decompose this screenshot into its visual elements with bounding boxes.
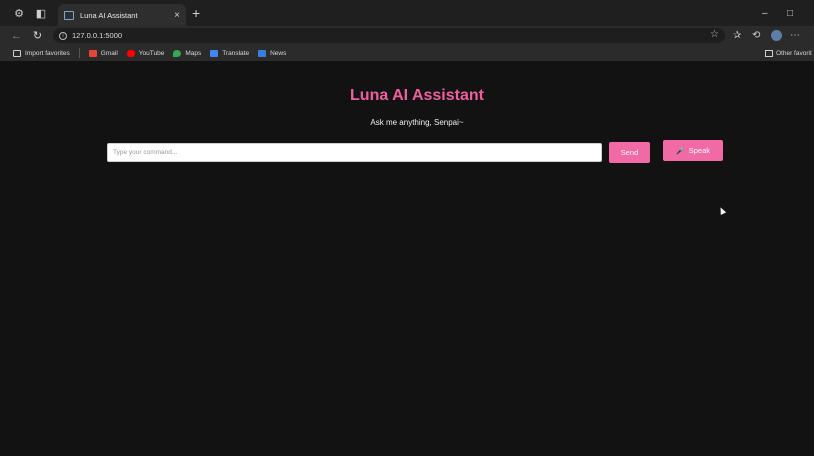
- speak-button[interactable]: 🎤 Speak: [663, 140, 723, 161]
- tab-strip: ⚙ ◧ Luna AI Assistant × + – □: [0, 0, 814, 26]
- fav-label: Translate: [222, 49, 250, 57]
- fav-label: News: [270, 49, 287, 57]
- fav-maps[interactable]: Maps: [173, 49, 202, 57]
- page-content: Luna AI Assistant Ask me anything, Senpa…: [9, 61, 814, 456]
- favorites-bar: Import favorites Gmail YouTube Maps Tran…: [0, 45, 814, 61]
- maximize-icon[interactable]: □: [787, 0, 793, 26]
- favorite-star-icon[interactable]: ☆: [710, 29, 719, 40]
- more-icon[interactable]: ⋯: [790, 26, 800, 45]
- translate-icon: [210, 49, 219, 57]
- page-subtitle: Ask me anything, Senpai~: [370, 118, 464, 127]
- news-icon: [258, 49, 267, 57]
- send-button[interactable]: Send: [609, 142, 650, 163]
- youtube-icon: [126, 49, 135, 57]
- speak-label: Speak: [688, 146, 710, 155]
- minimize-icon[interactable]: –: [762, 0, 768, 26]
- fav-news[interactable]: News: [258, 49, 287, 57]
- fav-label: YouTube: [138, 49, 165, 57]
- address-bar[interactable]: i 127.0.0.1:5000 ☆: [53, 28, 725, 43]
- mouse-cursor-icon: [717, 206, 727, 215]
- url-text: 127.0.0.1:5000: [72, 31, 123, 40]
- site-info-icon[interactable]: i: [59, 31, 67, 40]
- command-input[interactable]: [107, 143, 602, 162]
- folder-icon: [13, 49, 21, 57]
- tab-title: Luna AI Assistant: [80, 10, 138, 20]
- fav-label: Maps: [185, 49, 202, 57]
- profile-icon[interactable]: [771, 26, 782, 45]
- page-favicon-icon: [64, 10, 74, 20]
- fav-youtube[interactable]: YouTube: [126, 49, 165, 57]
- other-favorites[interactable]: Other favorit: [765, 45, 812, 61]
- history-icon[interactable]: ⟲: [752, 26, 760, 45]
- microphone-icon: 🎤: [676, 147, 685, 155]
- tab-actions-icon[interactable]: ◧: [30, 2, 52, 24]
- new-tab-icon[interactable]: +: [192, 5, 200, 21]
- workspaces-icon[interactable]: ⚙: [8, 2, 30, 24]
- divider: [78, 48, 80, 58]
- fav-gmail[interactable]: Gmail: [88, 49, 118, 57]
- fav-label: Import favorites: [25, 49, 70, 57]
- other-favorites-label: Other favorit: [776, 49, 812, 57]
- close-tab-icon[interactable]: ×: [174, 10, 180, 21]
- maps-icon: [173, 49, 182, 57]
- browser-toolbar: ← ↻ i 127.0.0.1:5000 ☆ ✰ ⟲ ⋯: [0, 26, 814, 45]
- page-title: Luna AI Assistant: [350, 87, 484, 104]
- favorites-icon[interactable]: ✰: [733, 26, 741, 45]
- back-icon[interactable]: ←: [8, 30, 25, 42]
- fav-translate[interactable]: Translate: [210, 49, 250, 57]
- gmail-icon: [88, 49, 97, 57]
- tab-luna[interactable]: Luna AI Assistant ×: [58, 4, 186, 26]
- fav-label: Gmail: [100, 49, 118, 57]
- refresh-icon[interactable]: ↻: [29, 29, 46, 42]
- fav-import[interactable]: Import favorites: [13, 49, 70, 57]
- folder-icon: [765, 49, 773, 57]
